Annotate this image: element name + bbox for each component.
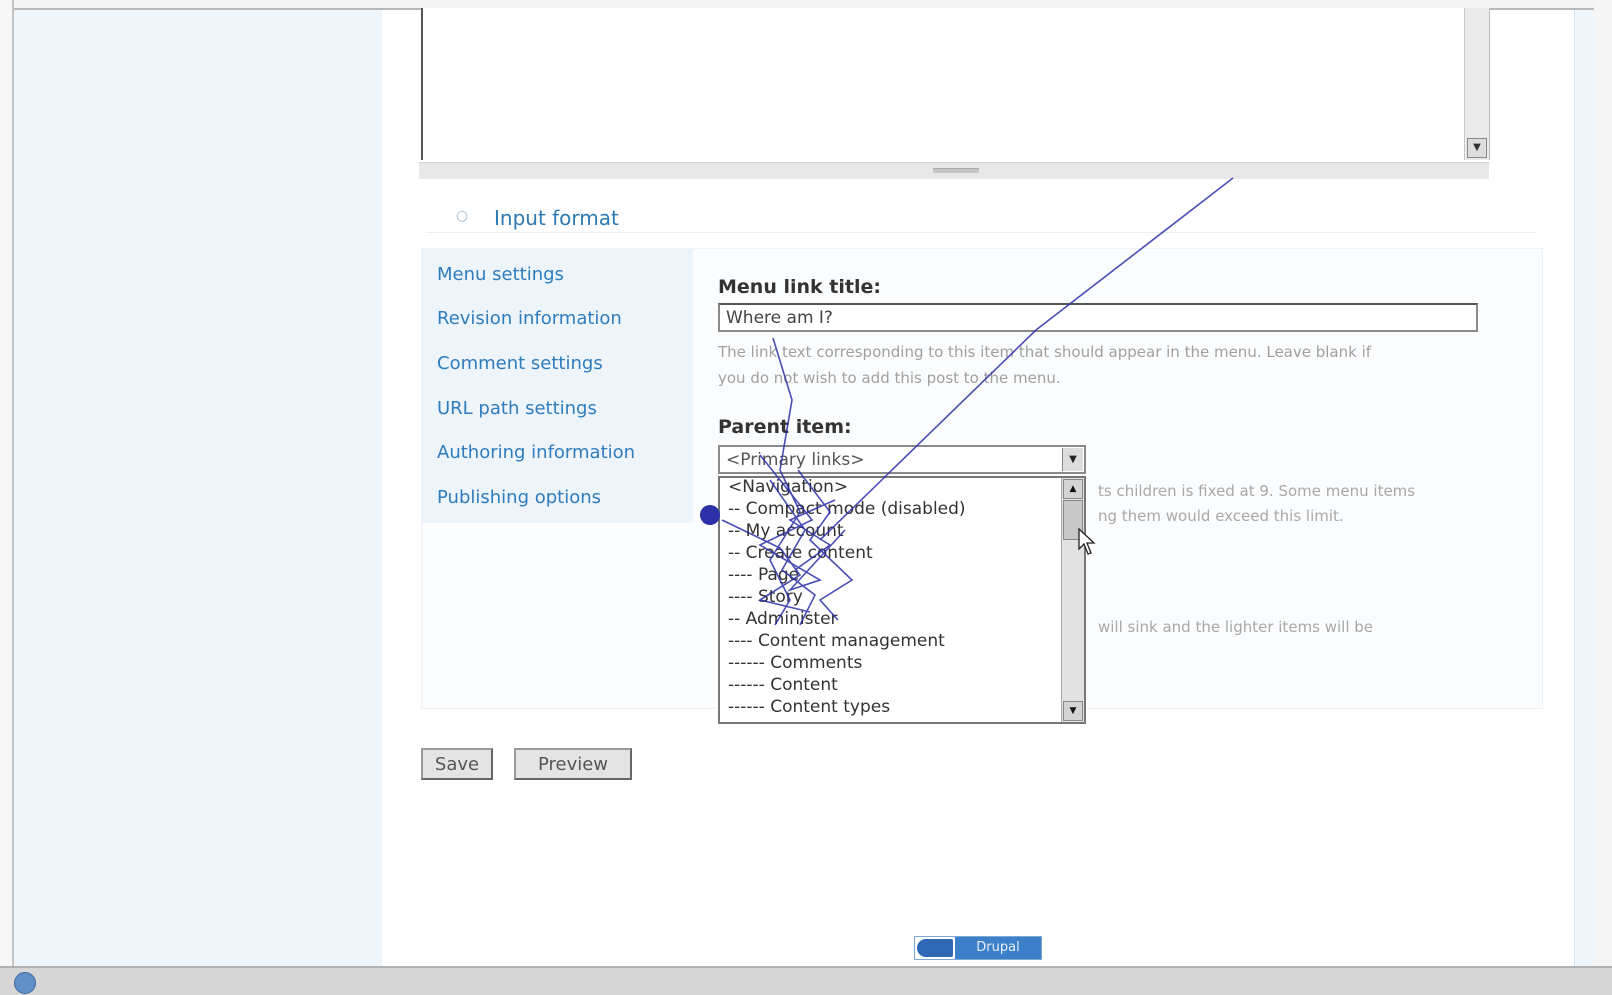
preview-button[interactable]: Preview	[514, 748, 632, 780]
tab-authoring-information[interactable]: Authoring information	[437, 442, 635, 463]
right-sidebar	[1574, 10, 1595, 972]
tab-menu-settings[interactable]: Menu settings	[437, 264, 564, 285]
textarea-resize-grip[interactable]	[419, 162, 1489, 179]
dropdown-option[interactable]: ------ Content types	[728, 697, 890, 717]
browser-status-bar	[0, 966, 1612, 995]
dropdown-option[interactable]: -- Compact mode (disabled)	[728, 499, 966, 519]
dropdown-scrollbar[interactable]: ▲ ▼	[1061, 478, 1084, 722]
mouse-cursor-icon	[1078, 528, 1096, 555]
scroll-down-arrow-icon[interactable]: ▼	[1063, 701, 1083, 721]
tab-revision-information[interactable]: Revision information	[437, 308, 622, 329]
scroll-down-arrow-icon[interactable]: ▼	[1467, 138, 1487, 158]
input-format-fieldset: ○ Input format	[426, 206, 1536, 233]
menu-link-title-label: Menu link title:	[718, 276, 881, 298]
dropdown-option[interactable]: -- Create content	[728, 543, 873, 563]
textarea-scrollbar[interactable]: ▼	[1464, 8, 1489, 160]
parent-item-dropdown-list[interactable]: <Navigation> -- Compact mode (disabled) …	[718, 476, 1086, 724]
parent-item-description-line-2: ng them would exceed this limit.	[1098, 507, 1344, 525]
parent-item-selected-value: <Primary links>	[726, 450, 865, 470]
parent-item-description-line-1: ts children is fixed at 9. Some menu ite…	[1098, 482, 1416, 500]
dropdown-option[interactable]: -- Administer	[728, 609, 838, 629]
vertical-tabs-list: Menu settings Revision information Comme…	[421, 248, 693, 523]
collapse-toggle-icon[interactable]: ○	[456, 208, 468, 224]
parent-item-label: Parent item:	[718, 416, 852, 438]
tab-publishing-options[interactable]: Publishing options	[437, 487, 601, 508]
window-left-border	[0, 0, 14, 993]
parent-item-select[interactable]: <Primary links> ▼	[718, 445, 1086, 474]
drupal-drop-icon	[917, 939, 953, 957]
dropdown-option[interactable]: ---- Page	[728, 565, 799, 585]
left-sidebar	[14, 10, 382, 972]
grip-handle-icon[interactable]	[933, 168, 979, 173]
powered-by-drupal-badge[interactable]: Drupal	[914, 936, 1042, 960]
input-format-link[interactable]: Input format	[494, 206, 619, 230]
dropdown-option[interactable]: ------ Content	[728, 675, 838, 695]
dropdown-option[interactable]: ---- Content management	[728, 631, 945, 651]
drupal-badge-label: Drupal	[955, 937, 1041, 959]
tab-url-path-settings[interactable]: URL path settings	[437, 398, 597, 419]
scroll-up-arrow-icon[interactable]: ▲	[1063, 479, 1083, 499]
dropdown-option[interactable]: <Navigation>	[728, 478, 848, 497]
chevron-down-icon[interactable]: ▼	[1062, 448, 1083, 471]
dropdown-option[interactable]: ---- Story	[728, 587, 803, 607]
save-button[interactable]: Save	[421, 748, 493, 780]
body-textarea[interactable]: ▼	[421, 8, 1490, 160]
menu-link-title-input[interactable]	[718, 303, 1478, 332]
weight-description: will sink and the lighter items will be	[1098, 618, 1374, 636]
dropdown-option[interactable]: ------ Comments	[728, 653, 862, 673]
menu-link-title-description-line-1: The link text corresponding to this item…	[718, 343, 1372, 361]
tab-comment-settings[interactable]: Comment settings	[437, 353, 603, 374]
menu-link-title-description-line-2: you do not wish to add this post to the …	[718, 369, 1061, 387]
dropdown-option[interactable]: -- My account	[728, 521, 844, 541]
window-right-border	[1594, 0, 1612, 993]
globe-icon	[14, 972, 36, 994]
